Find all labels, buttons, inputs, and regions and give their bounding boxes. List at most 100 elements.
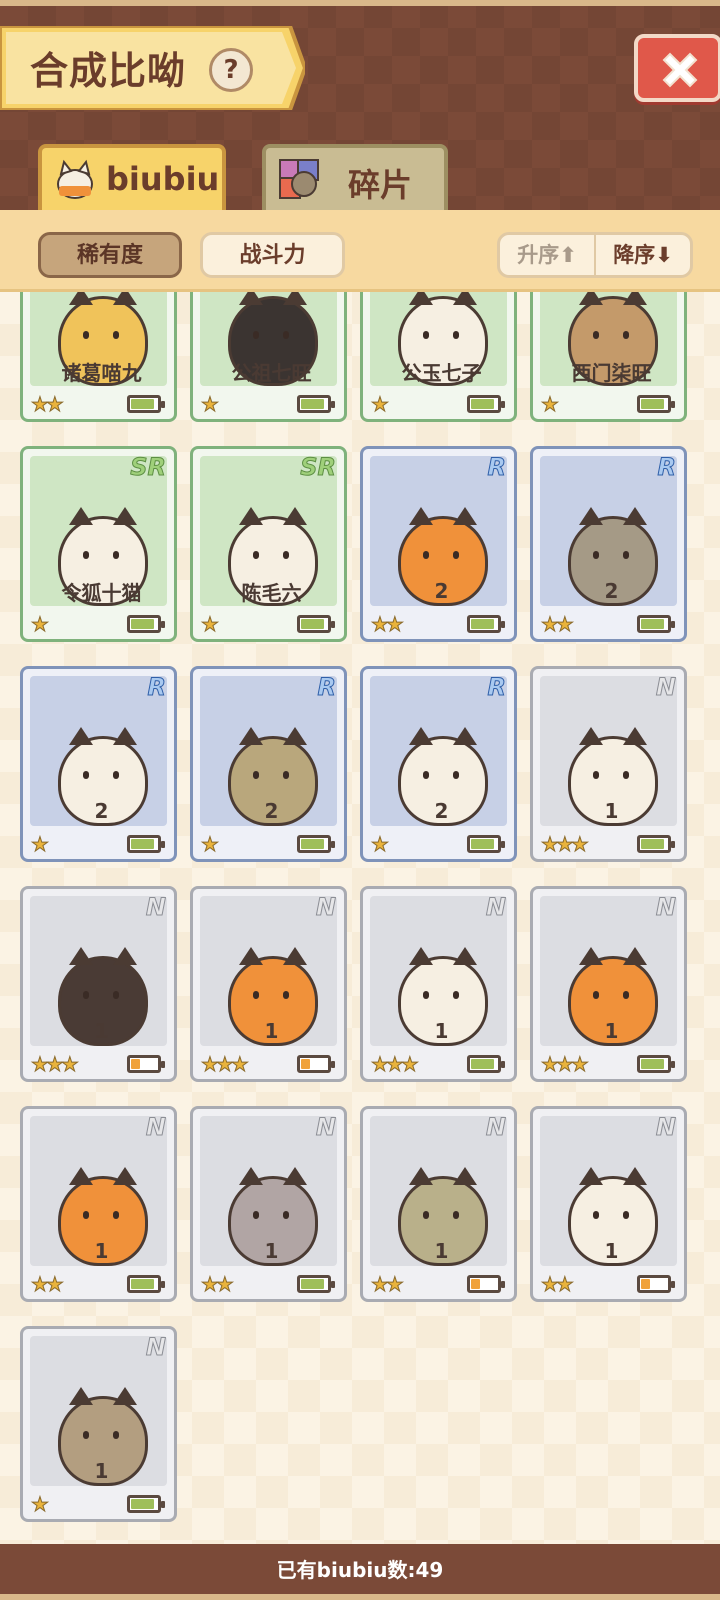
cat-card[interactable]: SR西门柒旺★: [530, 292, 687, 422]
rarity-badge: R: [487, 673, 507, 702]
help-button[interactable]: ?: [209, 48, 253, 92]
cat-name: 西门柒旺: [571, 361, 652, 385]
battery-icon: [467, 1055, 505, 1073]
cat-card[interactable]: R 2 ★★: [360, 446, 517, 642]
cat-name: 令狐十猫: [61, 581, 142, 605]
cat-card[interactable]: N 1 ★★: [360, 1106, 517, 1302]
star-rating: ★★: [371, 1272, 405, 1297]
battery-icon: [467, 615, 505, 633]
battery-icon: [467, 835, 505, 853]
sort-by-rarity-button[interactable]: 稀有度: [38, 232, 182, 278]
battery-icon: [127, 615, 165, 633]
star-rating: ★: [31, 612, 50, 637]
rarity-badge: N: [655, 1113, 676, 1142]
cat-name: 公玉七子: [401, 361, 482, 385]
rarity-badge: N: [485, 1113, 506, 1142]
tab-fragments[interactable]: 碎片: [262, 144, 448, 210]
cat-icon: [57, 159, 93, 199]
cat-card[interactable]: R 2 ★: [360, 666, 517, 862]
cat-card[interactable]: N 1 ★★: [530, 1106, 687, 1302]
cat-card[interactable]: R 2 ★★: [530, 446, 687, 642]
cat-name: 陈毛六: [241, 581, 302, 605]
rarity-badge: R: [147, 673, 167, 702]
cat-card[interactable]: SR公玉七子★: [360, 292, 517, 422]
ascending-button[interactable]: 升序⬆: [500, 235, 596, 275]
close-button[interactable]: [634, 34, 720, 102]
star-rating: ★★: [371, 612, 405, 637]
battery-icon: [467, 1275, 505, 1293]
battery-icon: [297, 395, 335, 413]
star-rating: ★: [201, 612, 220, 637]
footer-bar: 已有biubiu数:49: [0, 1544, 720, 1600]
rarity-badge: N: [145, 1333, 166, 1362]
battery-icon: [127, 395, 165, 413]
sort-by-rarity-label: 稀有度: [76, 243, 143, 268]
battery-icon: [297, 1275, 335, 1293]
sort-bar: 稀有度 战斗力 升序⬆ 降序⬇: [0, 210, 720, 292]
cat-level: 1: [264, 1019, 279, 1043]
star-rating: ★: [371, 832, 390, 857]
cat-card[interactable]: N 1 ★★★: [360, 886, 517, 1082]
cat-card[interactable]: N 1 ★: [20, 1326, 177, 1522]
cat-card[interactable]: SR公祖七旺★: [190, 292, 347, 422]
battery-icon: [297, 835, 335, 853]
battery-icon: [297, 1055, 335, 1073]
battery-icon: [637, 1275, 675, 1293]
cat-name: 公祖七旺: [231, 361, 312, 385]
star-rating: ★: [201, 392, 220, 417]
star-rating: ★★: [201, 1272, 235, 1297]
battery-icon: [467, 395, 505, 413]
cat-card[interactable]: SR 陈毛六 ★: [190, 446, 347, 642]
cat-card[interactable]: R 2 ★: [20, 666, 177, 862]
cat-card[interactable]: N 1 ★★★: [530, 666, 687, 862]
cat-card[interactable]: SR诸葛喵九★★: [20, 292, 177, 422]
star-rating: ★★: [541, 1272, 575, 1297]
descending-button[interactable]: 降序⬇: [596, 235, 690, 275]
battery-icon: [637, 1055, 675, 1073]
star-rating: ★: [371, 392, 390, 417]
cat-level: 1: [604, 799, 619, 823]
star-rating: ★★: [31, 392, 65, 417]
battery-icon: [637, 615, 675, 633]
tab-biubiu-label: biubiu: [106, 160, 220, 198]
cat-card[interactable]: N 1 ★★★: [20, 886, 177, 1082]
cat-level: 1: [94, 1459, 109, 1483]
cat-level: 2: [434, 579, 449, 603]
cat-level: 1: [434, 1239, 449, 1263]
cat-card[interactable]: SR 令狐十猫 ★: [20, 446, 177, 642]
cat-level: 1: [434, 1019, 449, 1043]
star-rating: ★★: [31, 1272, 65, 1297]
rarity-badge: SR: [130, 453, 167, 482]
cat-card[interactable]: N 1 ★★: [20, 1106, 177, 1302]
cat-name: 诸葛喵九: [61, 361, 142, 385]
arrow-up-icon: ⬆: [559, 243, 577, 267]
cat-card[interactable]: R 2 ★: [190, 666, 347, 862]
cat-level: 2: [604, 579, 619, 603]
sort-by-power-button[interactable]: 战斗力: [200, 232, 345, 278]
order-toggle: 升序⬆ 降序⬇: [497, 232, 693, 278]
rarity-badge: N: [315, 1113, 336, 1142]
cat-card[interactable]: N 1 ★★★: [530, 886, 687, 1082]
battery-icon: [127, 1055, 165, 1073]
star-rating: ★★★: [201, 1052, 250, 1077]
arrow-down-icon: ⬇: [655, 243, 673, 267]
card-grid: SR诸葛喵九★★SR公祖七旺★SR公玉七子★SR西门柒旺★SR令狐十猫★SR陈毛…: [0, 292, 720, 1544]
sort-by-power-label: 战斗力: [239, 243, 306, 268]
cat-level: 1: [264, 1239, 279, 1263]
close-icon: [662, 52, 698, 88]
tab-biubiu[interactable]: biubiu: [38, 144, 226, 210]
page-title: 合成比呦: [30, 49, 187, 93]
cat-level: 1: [94, 1019, 109, 1043]
battery-icon: [637, 395, 675, 413]
cat-card[interactable]: N 1 ★★: [190, 1106, 347, 1302]
rarity-badge: N: [655, 893, 676, 922]
rarity-badge: N: [485, 893, 506, 922]
star-rating: ★: [541, 392, 560, 417]
rarity-badge: N: [315, 893, 336, 922]
star-rating: ★★: [541, 612, 575, 637]
battery-icon: [127, 1495, 165, 1513]
cat-level: 1: [604, 1239, 619, 1263]
rarity-badge: R: [487, 453, 507, 482]
cat-card[interactable]: N 1 ★★★: [190, 886, 347, 1082]
star-rating: ★★★: [541, 1052, 590, 1077]
